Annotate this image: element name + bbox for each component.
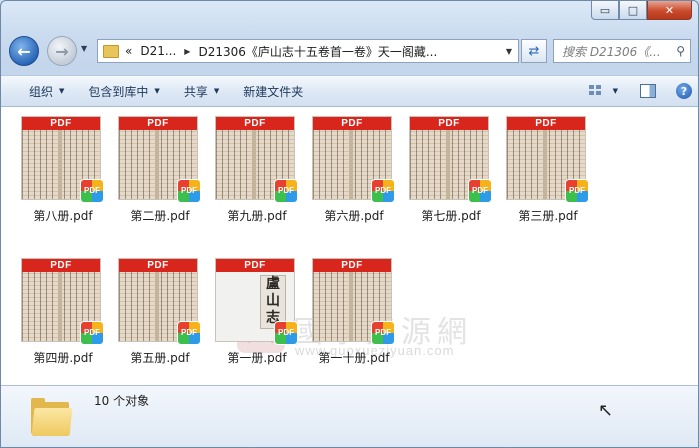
new-folder-label: 新建文件夹 [243,84,304,99]
file-item[interactable]: PDF PDF 第八册.pdf [17,113,109,231]
search-icon[interactable]: ⚲ [676,44,685,58]
file-item[interactable]: PDF 盧山志 PDF 第一册.pdf [211,255,303,373]
file-item[interactable]: PDF PDF 第九册.pdf [211,113,303,231]
recent-pages-dropdown[interactable]: ▼ [81,44,87,53]
arrow-right-icon: → [55,41,69,61]
pdf-banner: PDF [22,117,100,130]
share-menu[interactable]: 共享 ▼ [170,76,229,106]
pdf-banner: PDF [119,117,197,130]
pdf-app-icon: PDF [80,321,104,345]
refresh-button[interactable]: ⇄ [521,39,547,63]
breadcrumb-current[interactable]: D21306《庐山志十五卷首一卷》天一阁藏... [198,43,437,60]
include-library-label: 包含到库中 [88,84,149,99]
file-item[interactable]: PDF PDF 第七册.pdf [405,113,497,231]
back-button[interactable]: ← [9,36,39,66]
pdf-banner: PDF [507,117,585,130]
file-item[interactable]: PDF PDF 第六册.pdf [308,113,400,231]
maximize-button[interactable]: □ [619,1,647,20]
breadcrumb-parent[interactable]: D21... [140,44,176,58]
file-name[interactable]: 第九册.pdf [211,207,303,224]
pdf-banner: PDF [410,117,488,130]
organize-label: 组织 [29,84,54,99]
file-item[interactable]: PDF PDF 第一十册.pdf [308,255,400,373]
file-name[interactable]: 第八册.pdf [17,207,109,224]
file-name[interactable]: 第六册.pdf [308,207,400,224]
folder-icon [31,398,73,436]
file-list: 國 國學資源網 www.guoxueziyuan.com PDF PDF 第八册… [1,107,698,385]
pdf-app-icon: PDF [274,321,298,345]
change-view-icon[interactable] [588,85,603,97]
pdf-banner: PDF [119,259,197,272]
arrow-left-icon: ← [17,41,31,61]
pdf-banner: PDF [216,259,294,272]
details-pane: 10 个对象 [1,385,698,447]
pdf-app-icon: PDF [468,179,492,203]
file-name[interactable]: 第一十册.pdf [308,349,400,366]
chevron-down-icon: ▼ [154,87,160,95]
forward-button[interactable]: → [47,36,77,66]
pdf-banner: PDF [313,117,391,130]
address-bar[interactable]: « D21... ▶ D21306《庐山志十五卷首一卷》天一阁藏... ▼ [97,39,519,63]
pdf-banner: PDF [22,259,100,272]
minimize-button[interactable]: ▭ [591,1,619,20]
pdf-app-icon: PDF [274,179,298,203]
folder-icon [103,44,119,58]
pdf-app-icon: PDF [177,321,201,345]
pdf-app-icon: PDF [177,179,201,203]
file-name[interactable]: 第一册.pdf [211,349,303,366]
file-name[interactable]: 第二册.pdf [114,207,206,224]
search-input[interactable]: 搜索 D21306《... [562,43,666,60]
view-controls: ▼ ? [588,76,692,106]
item-count: 10 个对象 [94,394,150,408]
pdf-app-icon: PDF [371,321,395,345]
pdf-app-icon: PDF [565,179,589,203]
chevron-down-icon: ▼ [59,87,65,95]
explorer-window: ▭ □ ✕ ← → ▼ « D21... ▶ D21306《庐山志十五卷首一卷》… [0,0,699,448]
view-dropdown-icon[interactable]: ▼ [613,87,618,95]
refresh-icon: ⇄ [528,43,540,59]
include-in-library-menu[interactable]: 包含到库中 ▼ [74,76,169,106]
caption-buttons: ▭ □ ✕ [591,1,692,20]
file-item[interactable]: PDF PDF 第二册.pdf [114,113,206,231]
search-box[interactable]: 搜索 D21306《... ⚲ [553,39,691,63]
organize-menu[interactable]: 组织 ▼ [1,76,74,106]
pdf-banner: PDF [216,117,294,130]
file-name[interactable]: 第四册.pdf [17,349,109,366]
share-label: 共享 [183,84,208,99]
close-button[interactable]: ✕ [647,1,692,20]
file-item[interactable]: PDF PDF 第五册.pdf [114,255,206,373]
chevron-down-icon: ▼ [213,87,220,95]
mouse-cursor-icon: ↖ [598,400,614,421]
pdf-banner: PDF [313,259,391,272]
pdf-app-icon: PDF [80,179,104,203]
file-name[interactable]: 第三册.pdf [502,207,594,224]
new-folder-button[interactable]: 新建文件夹 [229,76,313,106]
pdf-app-icon: PDF [371,179,395,203]
file-name[interactable]: 第五册.pdf [114,349,206,366]
breadcrumb-overflow[interactable]: « [125,44,132,58]
file-name[interactable]: 第七册.pdf [405,207,497,224]
command-bar: 组织 ▼ 包含到库中 ▼ 共享 ▼ 新建文件夹 ▼ ? [1,75,698,107]
breadcrumb-separator-icon[interactable]: ▶ [184,47,190,56]
address-dropdown-icon[interactable]: ▼ [506,47,512,56]
preview-pane-icon[interactable] [640,84,656,98]
help-icon[interactable]: ? [676,83,692,99]
file-item[interactable]: PDF PDF 第三册.pdf [502,113,594,231]
file-item[interactable]: PDF PDF 第四册.pdf [17,255,109,373]
